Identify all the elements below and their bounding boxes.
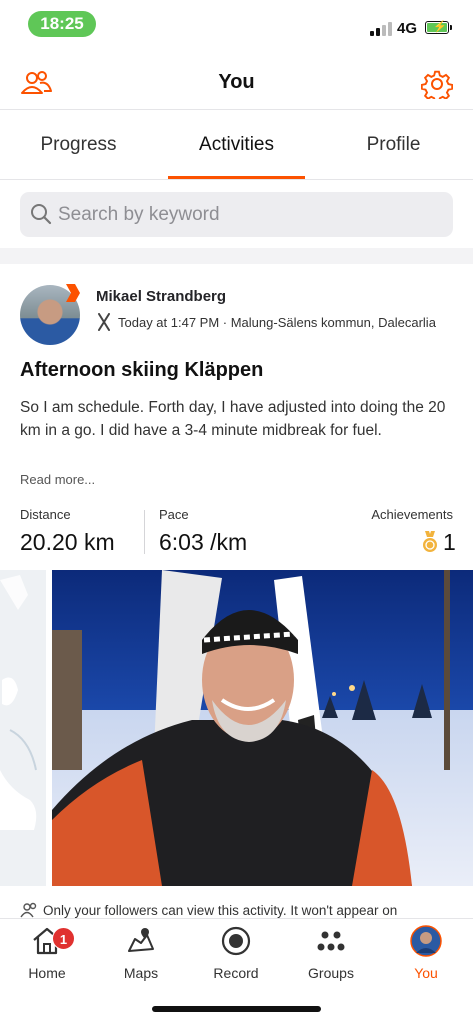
nav-groups-label: Groups [308, 965, 354, 981]
nav-groups[interactable]: Groups [291, 925, 371, 985]
gear-icon[interactable] [421, 69, 453, 99]
activity-meta-text: Today at 1:47 PM · Malung-Sälens kommun,… [118, 315, 436, 330]
privacy-note: Only your followers can view this activi… [20, 902, 397, 918]
top-header: You [0, 58, 473, 110]
search-bar [20, 192, 453, 237]
privacy-note-text: Only your followers can view this activi… [43, 903, 398, 918]
section-separator [0, 248, 473, 264]
route-map-thumbnail[interactable] [0, 570, 46, 886]
search-icon [31, 204, 52, 225]
read-more-link[interactable]: Read more... [20, 472, 95, 487]
nav-you[interactable]: You [386, 925, 466, 985]
page-title: You [218, 71, 255, 93]
medal-icon [423, 531, 437, 552]
athlete-name[interactable]: Mikael Strandberg [96, 288, 226, 305]
nav-you-label: You [414, 965, 438, 981]
achievements-label: Achievements [371, 507, 453, 522]
subscriber-badge-icon [66, 284, 80, 302]
achievements-value: 1 [443, 529, 456, 555]
nav-record[interactable]: Record [196, 925, 276, 985]
avatar-icon [410, 925, 442, 957]
distance-label: Distance [20, 507, 71, 522]
tab-progress[interactable]: Progress [0, 134, 157, 156]
nav-record-label: Record [213, 965, 259, 981]
activity-title[interactable]: Afternoon skiing Kläppen [20, 359, 263, 382]
tab-activities[interactable]: Activities [158, 134, 315, 156]
activity-photo[interactable] [52, 570, 473, 886]
activity-description: So I am schedule. Forth day, I have adju… [20, 399, 446, 439]
home-indicator [152, 1006, 321, 1012]
pace-value: 6:03 /km [159, 529, 248, 555]
notification-badge: 1 [52, 927, 75, 950]
ski-icon [98, 313, 110, 331]
groups-icon [317, 931, 345, 951]
tab-profile[interactable]: Profile [315, 134, 472, 156]
nav-home-label: Home [28, 965, 66, 981]
signal-icon [370, 22, 392, 36]
nav-home[interactable]: Home 1 [7, 925, 87, 985]
status-time: 18:25 [28, 11, 96, 37]
map-icon [128, 928, 154, 952]
search-input[interactable] [58, 192, 438, 237]
status-bar: 18:25 4G ⚡ [0, 0, 473, 48]
battery-icon: ⚡ [425, 21, 452, 34]
nav-maps[interactable]: Maps [101, 925, 181, 985]
tab-bar: Progress Activities Profile [0, 110, 473, 180]
stat-divider [144, 510, 145, 554]
network-type: 4G [397, 20, 418, 37]
followers-icon [20, 902, 37, 918]
activity-meta: Today at 1:47 PM · Malung-Sälens kommun,… [96, 313, 436, 331]
active-tab-indicator [168, 176, 305, 179]
pace-label: Pace [159, 507, 189, 522]
distance-value: 20.20 km [20, 529, 115, 555]
record-icon [221, 926, 251, 956]
nav-maps-label: Maps [123, 965, 159, 981]
